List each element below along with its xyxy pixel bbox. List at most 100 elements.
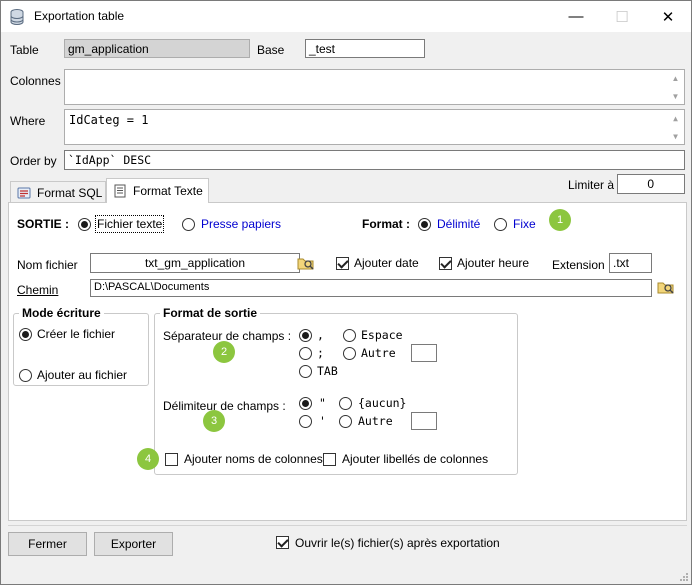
orderby-field[interactable]: `IdApp` DESC (64, 150, 685, 170)
ajouter-heure-checkbox[interactable] (439, 257, 452, 270)
delimite-radio[interactable] (418, 218, 431, 231)
scroll-up-icon[interactable]: ▲ (667, 71, 684, 85)
where-scrollbar[interactable]: ▲ ▼ (667, 110, 684, 144)
sep-espace-label[interactable]: Espace (361, 328, 403, 342)
colonnes-scrollbar[interactable]: ▲ ▼ (667, 70, 684, 104)
colonnes-label: Colonnes (10, 74, 61, 88)
format-texte-panel: SORTIE : Fichier texte Presse papiers Fo… (8, 202, 687, 521)
maximize-icon: ☐ (615, 8, 629, 26)
delim-autre-radio[interactable] (339, 415, 352, 428)
resize-grip-icon[interactable] (677, 572, 689, 584)
creer-fichier-radio[interactable] (19, 328, 32, 341)
presse-papiers-label[interactable]: Presse papiers (201, 217, 281, 231)
presse-papiers-radio[interactable] (182, 218, 195, 231)
fichier-texte-label[interactable]: Fichier texte (94, 215, 165, 233)
sep-espace-radio[interactable] (343, 329, 356, 342)
export-dialog: Exportation table — ☐ ✕ Table gm_applica… (0, 0, 692, 585)
orderby-label: Order by (10, 154, 57, 168)
text-file-icon (114, 184, 126, 198)
table-label: Table (10, 43, 39, 57)
delim-doublequote-label[interactable]: " (319, 396, 326, 410)
format-sortie-title: Format de sortie (160, 306, 261, 320)
creer-fichier-label[interactable]: Créer le fichier (37, 327, 115, 341)
title-bar[interactable]: Exportation table — ☐ ✕ (1, 1, 691, 32)
ajouter-libelles-label[interactable]: Ajouter libellés de colonnes (342, 452, 488, 466)
nom-fichier-field[interactable]: txt_gm_application (90, 253, 300, 273)
scroll-down-icon[interactable]: ▼ (667, 129, 684, 143)
delim-singlequote-label[interactable]: ' (319, 414, 326, 428)
badge-3: 3 (203, 410, 225, 432)
delim-autre-label[interactable]: Autre (358, 414, 393, 428)
sep-semicolon-radio[interactable] (299, 347, 312, 360)
sep-tab-label[interactable]: TAB (317, 364, 338, 378)
delim-aucun-radio[interactable] (339, 397, 352, 410)
colonnes-field[interactable]: ▲ ▼ (64, 69, 685, 105)
badge-1: 1 (549, 209, 571, 231)
ajouter-fichier-radio[interactable] (19, 369, 32, 382)
sep-autre-radio[interactable] (343, 347, 356, 360)
minimize-icon: — (568, 8, 584, 25)
scroll-up-icon[interactable]: ▲ (667, 111, 684, 125)
sep-autre-field[interactable] (411, 344, 437, 362)
close-button[interactable]: ✕ (645, 1, 691, 32)
ajouter-noms-label[interactable]: Ajouter noms de colonnes (184, 452, 323, 466)
delimite-label[interactable]: Délimité (437, 217, 480, 231)
maximize-button[interactable]: ☐ (599, 1, 645, 32)
browse-folder-icon[interactable] (657, 280, 675, 294)
limiter-field[interactable]: 0 (617, 174, 685, 194)
extension-field[interactable]: .txt (609, 253, 652, 273)
delim-singlequote-radio[interactable] (299, 415, 312, 428)
sep-tab-radio[interactable] (299, 365, 312, 378)
ajouter-noms-checkbox[interactable] (165, 453, 178, 466)
ouvrir-checkbox[interactable] (276, 536, 289, 549)
limiter-label: Limiter à (568, 178, 615, 192)
minimize-button[interactable]: — (553, 1, 599, 32)
sortie-label: SORTIE : (17, 217, 70, 231)
ouvrir-label[interactable]: Ouvrir le(s) fichier(s) après exportatio… (295, 536, 500, 550)
where-field[interactable]: IdCateg = 1 ▲ ▼ (64, 109, 685, 145)
close-icon: ✕ (661, 8, 675, 26)
fixe-radio[interactable] (494, 218, 507, 231)
fermer-button[interactable]: Fermer (8, 532, 87, 556)
database-icon (10, 9, 24, 25)
sep-semicolon-label[interactable]: ; (317, 346, 324, 360)
ajouter-heure-label[interactable]: Ajouter heure (457, 256, 529, 270)
footer-separator (8, 525, 687, 526)
badge-2: 2 (213, 341, 235, 363)
exporter-button[interactable]: Exporter (94, 532, 173, 556)
window-title: Exportation table (34, 9, 125, 23)
scroll-down-icon[interactable]: ▼ (667, 89, 684, 103)
tab-format-sql[interactable]: Format SQL (10, 181, 106, 203)
fixe-label[interactable]: Fixe (513, 217, 536, 231)
ajouter-fichier-label[interactable]: Ajouter au fichier (37, 368, 127, 382)
where-value: IdCateg = 1 (69, 113, 149, 127)
sql-icon (17, 187, 31, 198)
tab-label: Format SQL (37, 185, 103, 200)
delim-doublequote-radio[interactable] (299, 397, 312, 410)
base-field[interactable]: _test (305, 39, 425, 58)
chemin-field[interactable]: D:\PASCAL\Documents (90, 279, 652, 297)
fermer-label: Fermer (28, 537, 67, 551)
format-label: Format : (362, 217, 410, 231)
delim-aucun-label[interactable]: {aucun} (358, 396, 406, 410)
tab-label: Format Texte (133, 184, 203, 198)
ajouter-date-checkbox[interactable] (336, 257, 349, 270)
ajouter-libelles-checkbox[interactable] (323, 453, 336, 466)
sep-comma-label[interactable]: , (317, 328, 324, 342)
base-label: Base (257, 43, 285, 57)
chemin-label: Chemin (17, 283, 59, 297)
browse-file-icon[interactable] (297, 256, 315, 270)
fichier-texte-radio[interactable] (78, 218, 91, 231)
sep-autre-label[interactable]: Autre (361, 346, 396, 360)
delimiteur-label: Délimiteur de champs : (163, 399, 286, 413)
exporter-label: Exporter (110, 537, 157, 551)
nom-fichier-label: Nom fichier (17, 258, 78, 272)
ajouter-date-label[interactable]: Ajouter date (354, 256, 419, 270)
table-field[interactable]: gm_application (64, 39, 250, 58)
where-label: Where (10, 114, 46, 128)
badge-4: 4 (137, 448, 159, 470)
extension-label: Extension (552, 258, 605, 272)
tab-format-texte[interactable]: Format Texte (106, 178, 209, 203)
sep-comma-radio[interactable] (299, 329, 312, 342)
delim-autre-field[interactable] (411, 412, 437, 430)
